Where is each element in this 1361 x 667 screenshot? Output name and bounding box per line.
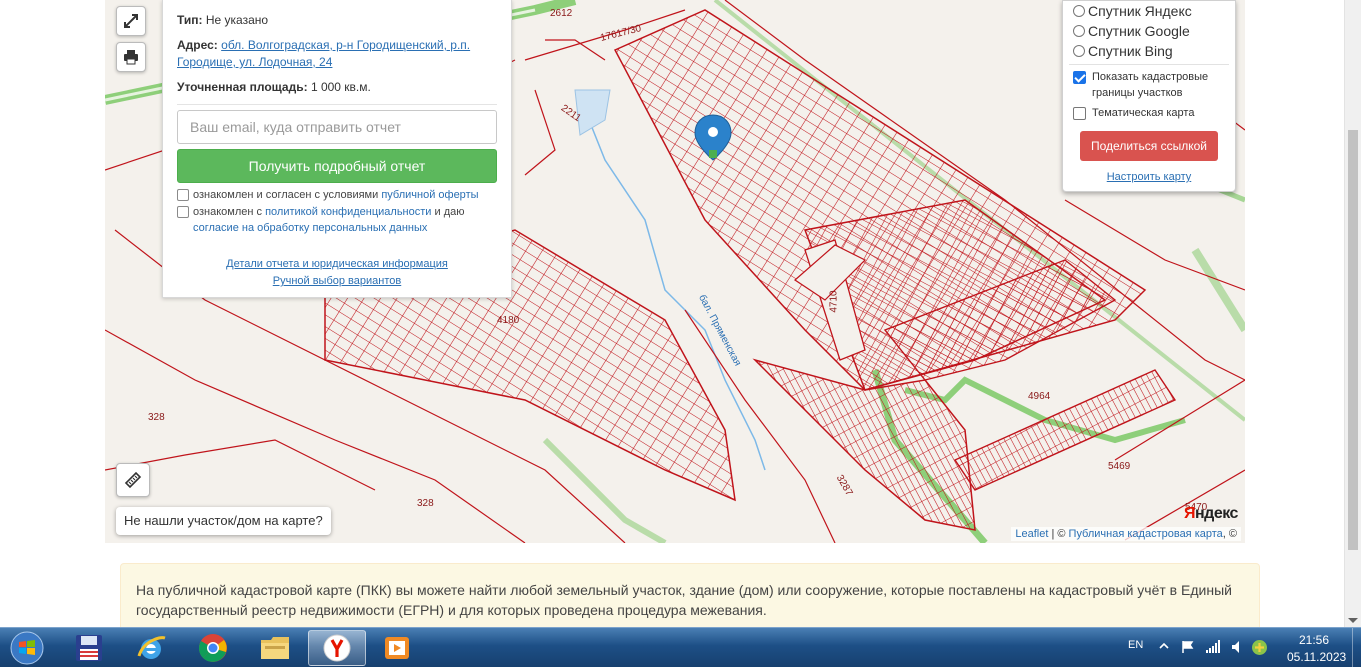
pkk-description: На публичной кадастровой карте (ПКК) вы … (120, 563, 1260, 633)
offer-agreement-row: ознакомлен и согласен с условиями публич… (177, 187, 497, 203)
browser-page: 2612 17617/30 2211 4710 4180 бал. Прямен… (0, 0, 1361, 667)
report-details-link[interactable]: Детали отчета и юридическая информация (177, 256, 497, 273)
fullscreen-button[interactable] (116, 6, 146, 36)
scroll-down-arrow-icon[interactable] (1348, 618, 1358, 623)
map-label: 328 (417, 498, 434, 509)
show-cadastral-checkbox[interactable] (1073, 71, 1086, 84)
yandex-browser-icon (323, 634, 351, 662)
clock-date[interactable]: 05.11.2023 (1287, 650, 1346, 664)
cadastral-map[interactable]: 2612 17617/30 2211 4710 4180 бал. Прямен… (105, 0, 1245, 543)
offer-checkbox[interactable] (177, 189, 189, 201)
privacy-agreement-row: ознакомлен с политикой конфиденциальност… (177, 204, 497, 236)
pkk-link[interactable]: Публичная кадастровая карта (1069, 528, 1223, 540)
taskbar-internet-explorer[interactable] (122, 630, 180, 666)
share-link-button[interactable]: Поделиться ссылкой (1080, 131, 1218, 161)
privacy-policy-link[interactable]: политикой конфиденциальности (265, 206, 431, 218)
folder-icon (261, 637, 289, 659)
language-indicator[interactable]: EN (1128, 639, 1143, 651)
get-report-button[interactable]: Получить подробный отчет (177, 149, 497, 183)
map-label: 328 (148, 412, 165, 423)
map-attribution: Leaflet | © Публичная кадастровая карта,… (1011, 527, 1241, 541)
print-button[interactable] (116, 42, 146, 72)
show-cadastral-label: Показать кадастровые границы участков (1092, 71, 1209, 99)
map-label: 4180 (497, 315, 520, 326)
map-label: 4964 (1028, 391, 1051, 402)
radio-yandex[interactable] (1073, 5, 1085, 17)
clock-time[interactable]: 21:56 (1299, 633, 1329, 647)
parcel-info-panel: Тип: Не указано Адрес: обл. Волгоградска… (162, 0, 512, 298)
manual-choice-link[interactable]: Ручной выбор вариантов (177, 273, 497, 290)
layer-option-bing[interactable]: Спутник Bing (1073, 41, 1225, 61)
printer-icon (124, 50, 138, 65)
layer-option-label: Спутник Яндекс (1088, 3, 1192, 19)
map-label: 5469 (1108, 461, 1131, 472)
divider (1069, 64, 1229, 65)
type-value: Не указано (205, 13, 269, 27)
scrollbar-thumb[interactable] (1348, 130, 1358, 550)
layer-option-yandex[interactable]: Спутник Яндекс (1073, 1, 1225, 21)
internet-explorer-icon (137, 636, 166, 659)
tray-app-icon[interactable] (1251, 639, 1268, 656)
address-label: Адрес: (177, 38, 218, 52)
offer-link[interactable]: публичной оферты (381, 189, 478, 201)
thematic-map-label: Тематическая карта (1092, 107, 1195, 119)
page-scrollbar[interactable] (1344, 0, 1361, 627)
map-label: 2612 (550, 8, 573, 19)
thematic-map-checkbox[interactable] (1073, 107, 1086, 120)
configure-map-link[interactable]: Настроить карту (1073, 171, 1225, 183)
panel-links: Детали отчета и юридическая информация Р… (177, 256, 497, 290)
expand-icon (124, 14, 138, 28)
taskbar-explorer[interactable] (246, 630, 304, 666)
network-signal-icon[interactable] (1205, 639, 1221, 655)
privacy-checkbox[interactable] (177, 206, 189, 218)
type-label: Тип: (177, 13, 203, 27)
windows-logo-icon (10, 631, 44, 665)
address-link[interactable]: обл. Волгоградская, р-н Городищенский, р… (177, 38, 470, 69)
area-label: Уточненная площадь: (177, 80, 308, 94)
area-value: 1 000 кв.м. (310, 80, 371, 94)
action-center-flag-icon[interactable] (1180, 639, 1196, 655)
volume-icon[interactable] (1230, 639, 1246, 655)
type-row: Тип: Не указано (177, 12, 497, 29)
layers-panel: Спутник Яндекс Спутник Google Спутник Bi… (1062, 0, 1236, 192)
layer-option-google[interactable]: Спутник Google (1073, 21, 1225, 41)
email-field[interactable] (177, 110, 497, 144)
show-cadastral-row[interactable]: Показать кадастровые границы участков (1073, 69, 1225, 101)
address-row: Адрес: обл. Волгоградская, р-н Городищен… (177, 37, 497, 71)
offer-text: ознакомлен и согласен с условиями публич… (193, 189, 479, 201)
layer-option-label: Спутник Bing (1088, 43, 1173, 59)
divider (177, 104, 497, 105)
personal-data-consent-link[interactable]: согласие на обработку персональных данны… (193, 222, 427, 234)
media-player-icon (385, 637, 409, 659)
windows-taskbar: EN 21:56 05.11.2023 (0, 627, 1361, 667)
leaflet-link[interactable]: Leaflet (1015, 528, 1048, 540)
thematic-map-row[interactable]: Тематическая карта (1073, 105, 1225, 121)
taskbar-yandex-browser[interactable] (308, 630, 366, 666)
ruler-icon (124, 471, 142, 489)
radio-google[interactable] (1073, 25, 1085, 37)
taskbar-save-app[interactable] (60, 630, 118, 666)
chrome-icon (199, 634, 227, 662)
taskbar-media-player[interactable] (368, 630, 426, 666)
not-found-button[interactable]: Не нашли участок/дом на карте? (116, 507, 331, 535)
area-row: Уточненная площадь: 1 000 кв.м. (177, 79, 497, 96)
radio-bing[interactable] (1073, 45, 1085, 57)
start-button[interactable] (4, 628, 50, 667)
show-desktop-button[interactable] (1352, 628, 1361, 667)
privacy-text: ознакомлен с политикой конфиденциальност… (193, 206, 465, 234)
map-label: 4710 (828, 290, 840, 313)
ruler-button[interactable] (116, 463, 150, 497)
chevron-up-icon[interactable] (1158, 640, 1170, 652)
layer-option-label: Спутник Google (1088, 23, 1190, 39)
floppy-disk-icon (76, 635, 102, 661)
yandex-logo: Яндекс (1184, 505, 1238, 522)
taskbar-chrome[interactable] (184, 630, 242, 666)
